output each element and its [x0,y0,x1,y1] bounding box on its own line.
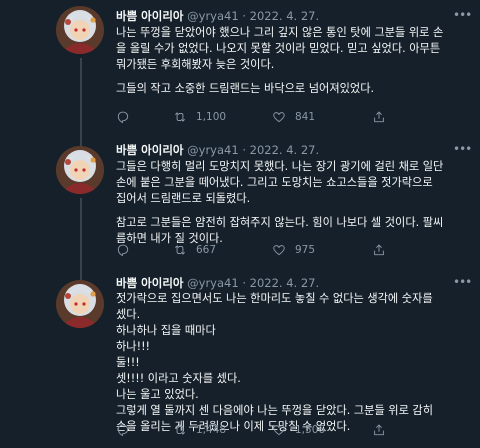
tweet-actions: 667 975 [116,241,436,259]
more-icon[interactable]: ••• [453,9,472,26]
retweet-count: 1,100 [196,111,227,123]
more-icon[interactable]: ••• [453,143,472,160]
tweet-text: 그들은 다행히 멀리 도망치지 못했다. 나는 장기 광기에 걸린 채로 일단 … [116,159,446,247]
reply-button[interactable] [116,421,139,439]
share-button[interactable] [372,241,386,259]
retweet-icon [175,112,185,122]
avatar[interactable] [56,6,104,54]
share-button[interactable] [372,421,386,439]
reply-button[interactable] [116,241,139,259]
retweet-count: 1,448 [196,424,227,436]
tweet-header: 바쁨 아이리아 @yrya41 · 2022. 4. 27. [116,8,319,24]
more-icon[interactable]: ••• [453,276,472,293]
tweet-actions: 1,448 1,506 [116,421,436,439]
retweet-count: 667 [196,244,217,256]
share-icon [374,244,384,256]
reply-icon [117,244,129,257]
retweet-icon [175,425,185,435]
like-icon [273,425,285,436]
separator: · [242,9,246,23]
tweet-paragraph: 그들의 작고 소중한 드림랜드는 바닥으로 넘어져있었다. [116,82,375,95]
tweet-text: 젓가락으로 집으면서도 나는 한마리도 놓칠 수 없다는 생각에 숫자를 셌다.… [116,291,446,435]
separator: · [242,143,246,157]
tweet-date[interactable]: 2022. 4. 27. [250,276,320,290]
avatar-image [56,6,104,54]
tweet-actions: 1,100 841 [116,108,436,126]
thread-line [80,58,82,146]
retweet-button[interactable]: 1,100 [173,108,226,126]
like-count: 841 [295,111,316,123]
tweet-date[interactable]: 2022. 4. 27. [250,9,320,23]
avatar-image [56,146,104,194]
retweet-icon [175,245,185,255]
avatar-image [56,280,104,328]
author-name[interactable]: 바쁨 아이리아 [116,143,183,157]
avatar[interactable] [56,146,104,194]
tweet-paragraph: 그들은 다행히 멀리 도망치지 못했다. 나는 장기 광기에 걸린 채로 일단 … [116,160,444,205]
tweet-feed: 바쁨 아이리아 @yrya41 · 2022. 4. 27. ••• 나는 뚜껑… [0,0,480,448]
reply-icon [117,424,129,437]
tweet-text: 나는 뚜껑을 닫았어야 했으나 그리 깊지 않은 통인 탓에 그분들 위로 손을… [116,25,446,97]
like-count: 1,506 [295,424,326,436]
tweet-header: 바쁨 아이리아 @yrya41 · 2022. 4. 27. [116,142,319,158]
separator: · [242,276,246,290]
author-name[interactable]: 바쁨 아이리아 [116,9,183,23]
tweet-header: 바쁨 아이리아 @yrya41 · 2022. 4. 27. [116,275,319,291]
share-button[interactable] [372,108,386,126]
like-button[interactable]: 1,506 [272,421,325,439]
like-count: 975 [295,244,316,256]
like-icon [273,245,285,256]
retweet-button[interactable]: 667 [173,241,216,259]
share-icon [374,424,384,436]
author-handle[interactable]: @yrya41 [187,276,239,290]
share-icon [374,111,384,123]
tweet-paragraph: 젓가락으로 집으면서도 나는 한마리도 놓칠 수 없다는 생각에 숫자를 셌다.… [116,292,434,433]
reply-button[interactable] [116,108,139,126]
author-name[interactable]: 바쁨 아이리아 [116,276,183,290]
reply-icon [117,111,129,124]
tweet-paragraph: 나는 뚜껑을 닫았어야 했으나 그리 깊지 않은 통인 탓에 그분들 위로 손을… [116,26,444,71]
author-handle[interactable]: @yrya41 [187,143,239,157]
retweet-button[interactable]: 1,448 [173,421,226,439]
author-handle[interactable]: @yrya41 [187,9,239,23]
like-button[interactable]: 841 [272,108,315,126]
like-icon [273,112,285,123]
tweet-date[interactable]: 2022. 4. 27. [250,143,320,157]
like-button[interactable]: 975 [272,241,315,259]
thread-line [80,198,82,280]
avatar[interactable] [56,280,104,328]
